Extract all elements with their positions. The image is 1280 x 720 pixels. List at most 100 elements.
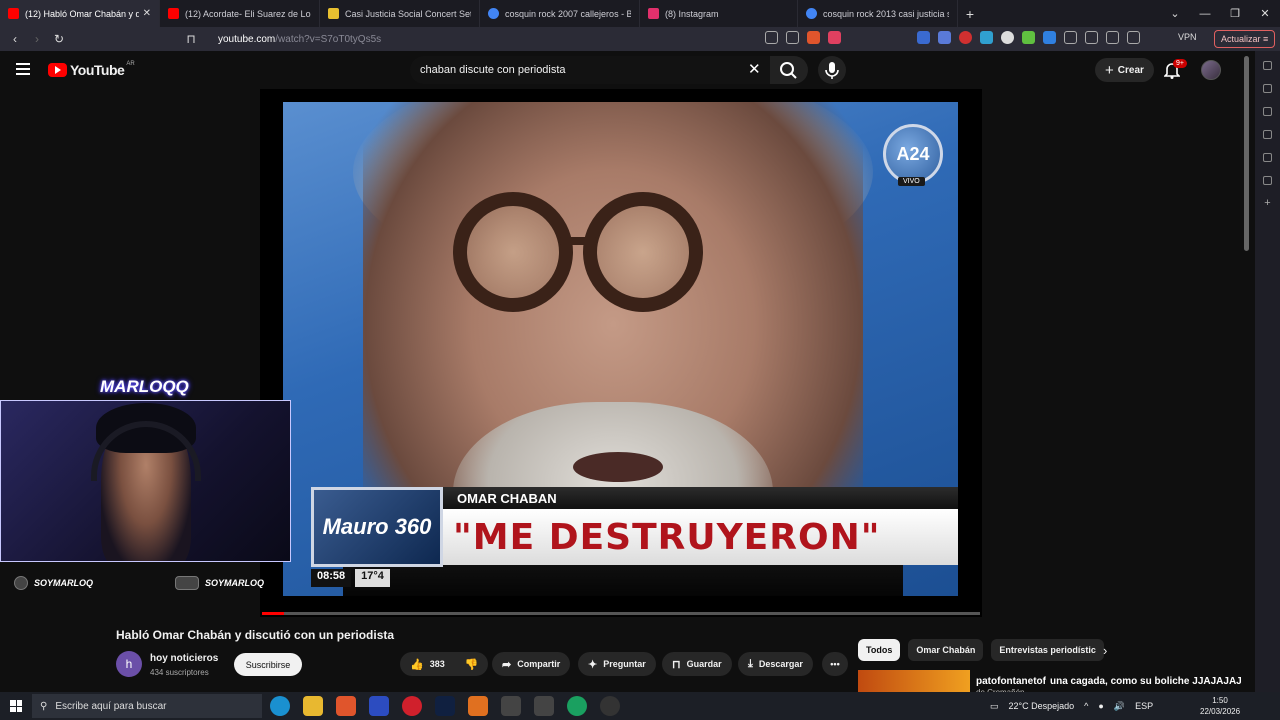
brave-icon[interactable] [336,696,356,716]
bookmark-icon[interactable]: ⊓ [180,32,202,46]
windows-start-icon[interactable] [10,700,22,712]
instagram-handle: SOYMARLOQ [34,578,94,588]
video-frame[interactable]: A24 VIVO Mauro 360 OMAR CHABAN "ME DESTR… [283,102,958,596]
tab-google-search-2013[interactable]: cosquin rock 2013 casi justicia social [798,0,958,27]
cast-icon[interactable] [765,31,778,44]
voice-search-button[interactable] [818,56,846,84]
sidebar-panel-icon[interactable] [1263,84,1272,93]
taskbar-search[interactable]: ⚲ Escribe aquí para buscar [32,694,262,718]
extension-icon[interactable] [1043,31,1056,44]
tab-setlist[interactable]: Casi Justicia Social Concert Setlist at [320,0,480,27]
tray-chevron-icon[interactable]: ^ [1084,701,1088,711]
vegas-icon[interactable] [369,696,389,716]
vpn-button[interactable]: VPN [1178,32,1197,42]
chip-all[interactable]: Todos [858,639,901,661]
taskbar-search-placeholder: Escribe aquí para buscar [55,700,167,712]
url-field[interactable]: youtube.com/watch?v=S7oT0tyQs5s [218,30,818,48]
file-explorer-icon[interactable] [303,696,323,716]
youtube-favicon-icon [8,8,19,19]
music-icon[interactable] [1085,31,1098,44]
sidebar-panel-icon[interactable] [1263,107,1272,116]
google-favicon-icon [806,8,817,19]
windows-taskbar: ⚲ Escribe aquí para buscar ▭ 22°C Despej… [0,692,1280,720]
sidebar-panel-icon[interactable] [1263,130,1272,139]
taskbar-clock[interactable]: 1:50 22/03/2026 [1200,695,1240,717]
weather-text[interactable]: 22°C Despejado [1009,701,1075,711]
video-progress-bar[interactable] [262,612,980,615]
extension-icon[interactable] [1001,31,1014,44]
clock-date: 22/03/2026 [1200,707,1241,716]
sidebar-panel-icon[interactable] [1263,153,1272,162]
extension-icon[interactable] [1022,31,1035,44]
sidebar-toggle-icon[interactable] [1106,31,1119,44]
back-icon[interactable]: ‹ [4,32,26,46]
new-tab-button[interactable]: + [958,6,982,22]
chevron-right-icon[interactable]: › [1103,643,1107,658]
mic-tray-icon[interactable]: ● [1098,701,1103,711]
add-panel-icon[interactable]: + [1263,198,1272,209]
clear-search-icon[interactable]: ✕ [748,60,761,78]
channel-avatar[interactable]: h [116,651,142,677]
share-button[interactable]: ➦ Compartir [492,652,571,676]
like-dislike-group: 👍 383 👎 [400,652,488,676]
search-button[interactable] [770,56,808,84]
app-icon[interactable] [501,696,521,716]
app-icon[interactable] [567,696,587,716]
tab-google-search-2007[interactable]: cosquin rock 2007 callejeros - Busca [480,0,640,27]
close-window-icon[interactable]: ✕ [1250,7,1280,20]
app-icon[interactable] [534,696,554,716]
tab-acordate[interactable]: (12) Acordate- Eli Suarez de Los Gen [160,0,320,27]
thumbs-down-icon[interactable]: 👎 [465,658,479,671]
update-button[interactable]: Actualizar ≡ [1214,30,1276,48]
language-indicator[interactable]: ESP [1135,701,1153,711]
app-icon[interactable] [468,696,488,716]
brave-shield-icon[interactable] [807,31,820,44]
thumbs-up-icon[interactable]: 👍 [410,658,424,671]
tab-list-chevron-icon[interactable]: ⌄ [1160,7,1190,20]
subscribe-button[interactable]: Suscribirse [234,653,302,676]
edge-icon[interactable] [270,696,290,716]
tab-instagram[interactable]: (8) Instagram [640,0,798,27]
extension-icon[interactable] [959,31,972,44]
maximize-icon[interactable]: ❐ [1220,7,1250,20]
forward-icon[interactable]: › [26,32,48,46]
share-icon[interactable] [786,31,799,44]
search-input[interactable]: chaban discute con periodista [410,56,770,84]
chip-interviews[interactable]: Entrevistas periodístic [991,639,1104,661]
rewards-icon[interactable] [828,31,841,44]
system-tray: ▭ 22°C Despejado ^ ● 🔊 ESP [990,692,1153,720]
extension-icon[interactable] [1064,31,1077,44]
like-count[interactable]: 383 [430,659,445,669]
live-label: VIVO [898,177,925,186]
extension-icon[interactable] [938,31,951,44]
volume-icon[interactable]: 🔊 [1114,701,1125,712]
channel-name[interactable]: hoy noticieros [150,653,218,664]
sidebar-panel-icon[interactable] [1263,61,1272,70]
photoshop-icon[interactable] [435,696,455,716]
browser-tab-bar: (12) Habló Omar Chabán y di ✕ (12) Acord… [0,0,1280,27]
weather-icon[interactable]: ▭ [990,701,999,712]
youtube-logo[interactable]: YouTube AR [48,61,135,78]
extension-icon[interactable] [917,31,930,44]
page-scrollbar[interactable] [1244,56,1249,251]
save-button[interactable]: ⊓ Guardar [662,652,732,676]
sidebar-panel-icon[interactable] [1263,176,1272,185]
ask-button[interactable]: ✦ Preguntar [578,652,656,676]
tab-youtube-video[interactable]: (12) Habló Omar Chabán y di ✕ [0,0,160,27]
related-video-thumbnail[interactable] [858,670,970,692]
reload-icon[interactable]: ↻ [48,32,70,46]
account-avatar[interactable] [1201,60,1221,80]
create-button[interactable]: + Crear [1095,58,1154,82]
streamer-name: MARLOQQ [100,377,189,396]
wallet-icon[interactable] [1127,31,1140,44]
opera-icon[interactable] [402,696,422,716]
close-tab-icon[interactable]: ✕ [143,8,151,19]
menu-icon[interactable] [16,63,30,78]
minimize-icon[interactable]: — [1190,8,1220,20]
more-actions-button[interactable]: ••• [822,652,848,676]
extension-icon[interactable] [980,31,993,44]
download-button[interactable]: ⤓ Descargar [738,652,813,676]
url-path: /watch?v=S7oT0tyQs5s [275,33,382,45]
chip-omar-chaban[interactable]: Omar Chabán [908,639,984,661]
obs-icon[interactable] [600,696,620,716]
